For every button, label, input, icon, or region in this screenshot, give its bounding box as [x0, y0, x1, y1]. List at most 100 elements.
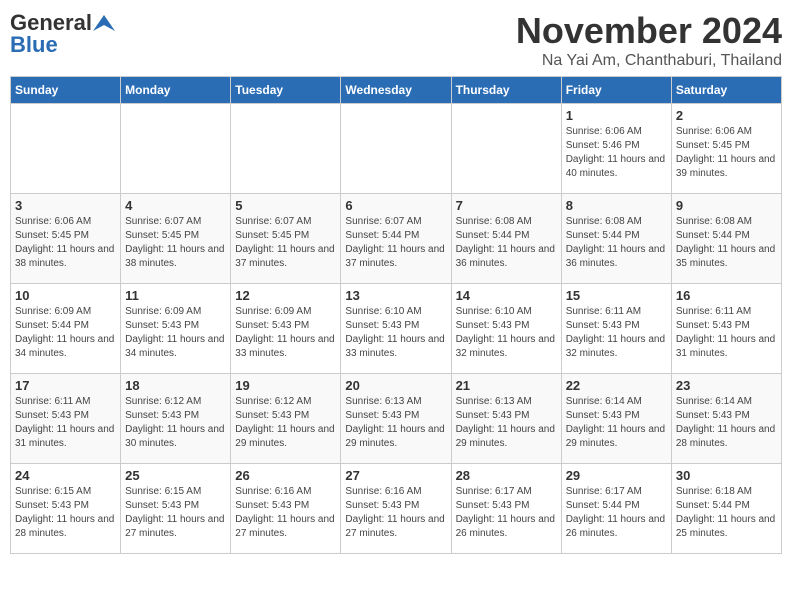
- day-info: Sunrise: 6:09 AM Sunset: 5:43 PM Dayligh…: [235, 305, 336, 361]
- day-number: 9: [676, 198, 777, 213]
- day-number: 15: [566, 288, 667, 303]
- logo-bird-icon: [93, 15, 115, 31]
- calendar-cell: 16Sunrise: 6:11 AM Sunset: 5:43 PM Dayli…: [671, 284, 781, 374]
- week-row-3: 17Sunrise: 6:11 AM Sunset: 5:43 PM Dayli…: [11, 374, 782, 464]
- day-number: 19: [235, 378, 336, 393]
- day-info: Sunrise: 6:10 AM Sunset: 5:43 PM Dayligh…: [456, 305, 557, 361]
- calendar-cell: 5Sunrise: 6:07 AM Sunset: 5:45 PM Daylig…: [231, 194, 341, 284]
- day-number: 14: [456, 288, 557, 303]
- calendar-cell: [11, 104, 121, 194]
- day-info: Sunrise: 6:06 AM Sunset: 5:45 PM Dayligh…: [676, 125, 777, 181]
- day-number: 12: [235, 288, 336, 303]
- day-number: 10: [15, 288, 116, 303]
- day-number: 25: [125, 468, 226, 483]
- calendar-cell: 25 Sunrise: 6:15 AM Sunset: 5:43 PM Dayli…: [121, 464, 231, 554]
- calendar-cell: 6 Sunrise: 6:07 AM Sunset: 5:44 PM Daylig…: [341, 194, 451, 284]
- title-block: November 2024 Na Yai Am, Chanthaburi, Th…: [516, 10, 782, 70]
- calendar-cell: 4Sunrise: 6:07 AM Sunset: 5:45 PM Daylig…: [121, 194, 231, 284]
- calendar-cell: 23 Sunrise: 6:14 AM Sunset: 5:43 PM Dayli…: [671, 374, 781, 464]
- day-number: 13: [345, 288, 446, 303]
- day-info: Sunrise: 6:07 AM Sunset: 5:45 PM Dayligh…: [235, 215, 336, 271]
- day-info: Sunrise: 6:08 AM Sunset: 5:44 PM Dayligh…: [456, 215, 557, 271]
- day-info: Sunrise: 6:08 AM Sunset: 5:44 PM Dayligh…: [566, 215, 667, 271]
- calendar-cell: 7 Sunrise: 6:08 AM Sunset: 5:44 PM Daylig…: [451, 194, 561, 284]
- calendar-cell: 22 Sunrise: 6:14 AM Sunset: 5:43 PM Dayli…: [561, 374, 671, 464]
- page-header: General Blue November 2024 Na Yai Am, Ch…: [10, 10, 782, 70]
- weekday-header-wednesday: Wednesday: [341, 77, 451, 104]
- day-info: Sunrise: 6:09 AM Sunset: 5:43 PM Dayligh…: [125, 305, 226, 361]
- calendar-cell: 8 Sunrise: 6:08 AM Sunset: 5:44 PM Daylig…: [561, 194, 671, 284]
- day-info: Sunrise: 6:11 AM Sunset: 5:43 PM Dayligh…: [676, 305, 777, 361]
- day-number: 3: [15, 198, 116, 213]
- day-number: 29: [566, 468, 667, 483]
- day-number: 8: [566, 198, 667, 213]
- day-info: Sunrise: 6:16 AM Sunset: 5:43 PM Dayligh…: [235, 485, 336, 541]
- day-number: 7: [456, 198, 557, 213]
- calendar-cell: 12 Sunrise: 6:09 AM Sunset: 5:43 PM Dayli…: [231, 284, 341, 374]
- day-number: 17: [15, 378, 116, 393]
- calendar-cell: 19 Sunrise: 6:12 AM Sunset: 5:43 PM Dayli…: [231, 374, 341, 464]
- calendar-cell: 15 Sunrise: 6:11 AM Sunset: 5:43 PM Dayli…: [561, 284, 671, 374]
- weekday-header-row: SundayMondayTuesdayWednesdayThursdayFrid…: [11, 77, 782, 104]
- calendar-cell: 9 Sunrise: 6:08 AM Sunset: 5:44 PM Daylig…: [671, 194, 781, 284]
- day-number: 30: [676, 468, 777, 483]
- calendar-cell: [451, 104, 561, 194]
- day-number: 20: [345, 378, 446, 393]
- day-info: Sunrise: 6:15 AM Sunset: 5:43 PM Dayligh…: [125, 485, 226, 541]
- day-info: Sunrise: 6:16 AM Sunset: 5:43 PM Dayligh…: [345, 485, 446, 541]
- calendar-cell: 11Sunrise: 6:09 AM Sunset: 5:43 PM Dayli…: [121, 284, 231, 374]
- calendar-cell: 26Sunrise: 6:16 AM Sunset: 5:43 PM Dayli…: [231, 464, 341, 554]
- calendar-cell: 13 Sunrise: 6:10 AM Sunset: 5:43 PM Dayli…: [341, 284, 451, 374]
- calendar-cell: 28Sunrise: 6:17 AM Sunset: 5:43 PM Dayli…: [451, 464, 561, 554]
- calendar-table: SundayMondayTuesdayWednesdayThursdayFrid…: [10, 76, 782, 554]
- day-info: Sunrise: 6:07 AM Sunset: 5:44 PM Dayligh…: [345, 215, 446, 271]
- weekday-header-saturday: Saturday: [671, 77, 781, 104]
- weekday-header-tuesday: Tuesday: [231, 77, 341, 104]
- calendar-cell: 1Sunrise: 6:06 AM Sunset: 5:46 PM Daylig…: [561, 104, 671, 194]
- day-number: 28: [456, 468, 557, 483]
- week-row-2: 10Sunrise: 6:09 AM Sunset: 5:44 PM Dayli…: [11, 284, 782, 374]
- calendar-cell: 29 Sunrise: 6:17 AM Sunset: 5:44 PM Dayli…: [561, 464, 671, 554]
- day-number: 18: [125, 378, 226, 393]
- calendar-cell: [231, 104, 341, 194]
- day-info: Sunrise: 6:14 AM Sunset: 5:43 PM Dayligh…: [566, 395, 667, 451]
- logo-blue: Blue: [10, 32, 58, 58]
- calendar-cell: 10Sunrise: 6:09 AM Sunset: 5:44 PM Dayli…: [11, 284, 121, 374]
- calendar-subtitle: Na Yai Am, Chanthaburi, Thailand: [516, 52, 782, 70]
- day-number: 6: [345, 198, 446, 213]
- week-row-0: 1Sunrise: 6:06 AM Sunset: 5:46 PM Daylig…: [11, 104, 782, 194]
- calendar-cell: [121, 104, 231, 194]
- calendar-cell: 21Sunrise: 6:13 AM Sunset: 5:43 PM Dayli…: [451, 374, 561, 464]
- day-info: Sunrise: 6:08 AM Sunset: 5:44 PM Dayligh…: [676, 215, 777, 271]
- calendar-cell: 3 Sunrise: 6:06 AM Sunset: 5:45 PM Daylig…: [11, 194, 121, 284]
- day-info: Sunrise: 6:10 AM Sunset: 5:43 PM Dayligh…: [345, 305, 446, 361]
- weekday-header-thursday: Thursday: [451, 77, 561, 104]
- day-info: Sunrise: 6:13 AM Sunset: 5:43 PM Dayligh…: [345, 395, 446, 451]
- day-info: Sunrise: 6:18 AM Sunset: 5:44 PM Dayligh…: [676, 485, 777, 541]
- calendar-cell: 18Sunrise: 6:12 AM Sunset: 5:43 PM Dayli…: [121, 374, 231, 464]
- day-info: Sunrise: 6:12 AM Sunset: 5:43 PM Dayligh…: [235, 395, 336, 451]
- logo: General Blue: [10, 10, 116, 58]
- calendar-cell: 20 Sunrise: 6:13 AM Sunset: 5:43 PM Dayli…: [341, 374, 451, 464]
- calendar-cell: 14 Sunrise: 6:10 AM Sunset: 5:43 PM Dayli…: [451, 284, 561, 374]
- week-row-4: 24 Sunrise: 6:15 AM Sunset: 5:43 PM Dayli…: [11, 464, 782, 554]
- day-number: 23: [676, 378, 777, 393]
- calendar-title: November 2024: [516, 10, 782, 52]
- calendar-cell: 24 Sunrise: 6:15 AM Sunset: 5:43 PM Dayli…: [11, 464, 121, 554]
- day-info: Sunrise: 6:14 AM Sunset: 5:43 PM Dayligh…: [676, 395, 777, 451]
- day-number: 22: [566, 378, 667, 393]
- calendar-cell: [341, 104, 451, 194]
- day-number: 21: [456, 378, 557, 393]
- day-number: 4: [125, 198, 226, 213]
- weekday-header-sunday: Sunday: [11, 77, 121, 104]
- weekday-header-monday: Monday: [121, 77, 231, 104]
- day-number: 2: [676, 108, 777, 123]
- day-info: Sunrise: 6:15 AM Sunset: 5:43 PM Dayligh…: [15, 485, 116, 541]
- day-info: Sunrise: 6:17 AM Sunset: 5:44 PM Dayligh…: [566, 485, 667, 541]
- day-info: Sunrise: 6:06 AM Sunset: 5:45 PM Dayligh…: [15, 215, 116, 271]
- day-number: 1: [566, 108, 667, 123]
- calendar-cell: 2 Sunrise: 6:06 AM Sunset: 5:45 PM Daylig…: [671, 104, 781, 194]
- calendar-cell: 30 Sunrise: 6:18 AM Sunset: 5:44 PM Dayli…: [671, 464, 781, 554]
- day-info: Sunrise: 6:11 AM Sunset: 5:43 PM Dayligh…: [566, 305, 667, 361]
- day-number: 24: [15, 468, 116, 483]
